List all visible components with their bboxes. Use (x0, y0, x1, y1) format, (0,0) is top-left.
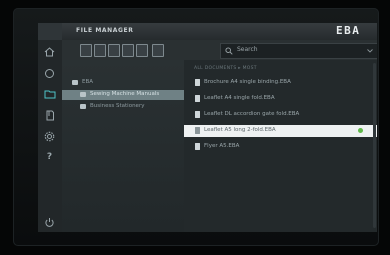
copy-icon[interactable] (94, 44, 106, 57)
scrollbar[interactable] (373, 63, 376, 228)
file-row[interactable]: Leaflet A4 single fold.EBA (184, 93, 377, 105)
help-icon[interactable]: ? (41, 149, 58, 165)
folder-icon[interactable] (41, 86, 58, 102)
toolbar: Search (62, 40, 377, 60)
folder-icon (72, 80, 78, 85)
title-bar: FILE MANAGER EBA (38, 23, 377, 40)
search-icon (225, 47, 233, 55)
folder-item-root[interactable]: EBA (62, 78, 184, 88)
new-folder-icon[interactable] (80, 44, 92, 57)
file-row-selected[interactable]: Leaflet A5 long 2-fold.EBA (184, 125, 377, 137)
folder-item[interactable]: Business Stationery (62, 102, 184, 112)
chevron-down-icon[interactable] (367, 49, 373, 53)
folder-item-selected[interactable]: Sewing Machine Manuals (62, 90, 184, 100)
paste-icon[interactable] (108, 44, 120, 57)
file-name: Leaflet DL accordion gate fold.EBA (204, 111, 300, 117)
file-name: Flyer A5.EBA (204, 143, 240, 149)
home-icon[interactable] (41, 44, 58, 60)
document-icon (195, 127, 200, 134)
folder-icon (80, 92, 86, 97)
search-placeholder: Search (237, 46, 258, 53)
file-row[interactable]: Leaflet DL accordion gate fold.EBA (184, 109, 377, 121)
sidebar: ? (38, 40, 63, 232)
home-tab[interactable] (38, 23, 62, 40)
folder-label: Business Stationery (90, 103, 145, 109)
folder-label: Sewing Machine Manuals (90, 91, 160, 97)
document-icon (195, 111, 200, 118)
device-frame: FILE MANAGER EBA ? Search EBA Sewing Mac… (13, 8, 379, 246)
delete-icon[interactable] (152, 44, 164, 57)
file-list: ALL DOCUMENTS ▸ MOST Brochure A4 single … (184, 60, 377, 232)
screen: FILE MANAGER EBA ? Search EBA Sewing Mac… (38, 23, 377, 232)
document-icon (195, 79, 200, 86)
document-icon (195, 95, 200, 102)
gear-icon[interactable] (41, 128, 58, 144)
status-ok-icon (358, 128, 363, 133)
file-name: Brochure A4 single binding.EBA (204, 79, 291, 85)
document-icon (195, 143, 200, 150)
file-name: Leaflet A5 long 2-fold.EBA (204, 127, 276, 133)
section-label: ALL DOCUMENTS ▸ MOST (194, 66, 257, 71)
power-icon[interactable] (41, 214, 58, 230)
circle-icon[interactable] (41, 65, 58, 81)
search-input[interactable]: Search (220, 43, 377, 59)
edit-icon[interactable] (136, 44, 148, 57)
file-row[interactable]: Flyer A5.EBA (184, 141, 377, 153)
folder-label: EBA (82, 79, 94, 85)
file-row[interactable]: Brochure A4 single binding.EBA (184, 77, 377, 89)
brand-logo: EBA (336, 24, 361, 37)
folder-icon (80, 104, 86, 109)
cut-icon[interactable] (122, 44, 134, 57)
file-name: Leaflet A4 single fold.EBA (204, 95, 275, 101)
window-title: FILE MANAGER (76, 27, 134, 34)
folder-tree: EBA Sewing Machine Manuals Business Stat… (62, 60, 184, 232)
document-icon[interactable] (41, 107, 58, 123)
